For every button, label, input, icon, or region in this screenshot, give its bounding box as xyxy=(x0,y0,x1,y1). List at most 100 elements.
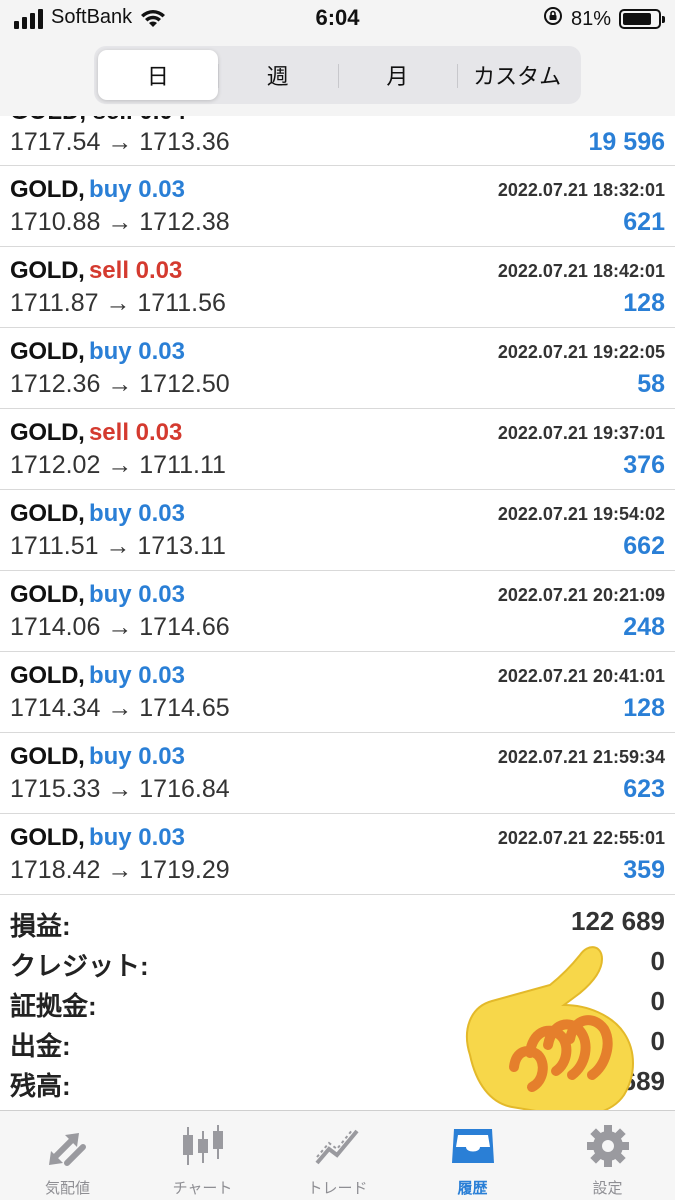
gear-icon xyxy=(586,1125,629,1167)
trade-prices: 1710.88 → 1712.38 xyxy=(10,208,230,236)
summary-value: 122 689 xyxy=(571,906,665,936)
table-row[interactable]: GOLD, sell 0.03 2022.07.21 19:37:01 1712.0… xyxy=(0,409,675,490)
trade-prices: 1718.42 → 1719.29 xyxy=(10,856,230,884)
row-header: GOLD, buy 0.03 2022.07.21 21:59:34 xyxy=(10,743,665,773)
summary-value: 0 xyxy=(650,986,665,1016)
trade-datetime: 2022.07.21 19:54:02 xyxy=(497,504,665,524)
trade-datetime: 2022.07.21 20:41:01 xyxy=(497,666,665,686)
table-row[interactable]: GOLD, buy 0.03 2022.07.21 19:54:02 1711.51… xyxy=(0,490,675,571)
tab-chart[interactable]: チャート xyxy=(135,1111,270,1200)
tab-trade[interactable]: トレード xyxy=(270,1111,405,1200)
trade-symbol: GOLD, xyxy=(10,662,85,689)
row-detail: 1718.42 → 1719.29 359 xyxy=(10,856,665,888)
table-row[interactable]: GOLD, buy 0.03 2022.07.21 20:21:09 1714.06… xyxy=(0,571,675,652)
summary-label: 損益: xyxy=(10,911,71,941)
trade-side: sell 0.03 xyxy=(88,257,183,284)
trade-symbol: GOLD, xyxy=(10,419,85,446)
trade-symbol: GOLD, xyxy=(10,257,85,284)
table-row[interactable]: GOLD, buy 0.03 2022.07.21 21:59:34 1715.33… xyxy=(0,733,675,814)
trade-profit: 376 xyxy=(623,451,665,479)
tab-week[interactable]: 週 xyxy=(217,50,338,100)
candlestick-icon xyxy=(182,1125,223,1165)
trade-side: buy 0.03 xyxy=(88,176,185,203)
trade-profit: 359 xyxy=(623,856,665,884)
trade-prices: 1712.02 → 1711.11 xyxy=(10,451,226,479)
trade-side: buy 0.03 xyxy=(88,338,185,365)
table-row[interactable]: GOLD, buy 0.03 2022.07.21 18:32:01 1710.88… xyxy=(0,166,675,247)
trade-datetime: 2022.07.21 21:59:34 xyxy=(497,747,665,767)
trade-symbol: GOLD, xyxy=(10,824,85,851)
table-row[interactable]: GOLD, buy 0.03 2022.07.21 20:41:01 1714.34… xyxy=(0,652,675,733)
battery-icon xyxy=(619,9,665,29)
trade-prices: 1714.06 → 1714.66 xyxy=(10,613,230,641)
tab-day[interactable]: 日 xyxy=(98,50,218,100)
tab-label: トレード xyxy=(307,1180,368,1197)
trade-side: buy 0.03 xyxy=(88,743,185,770)
tab-label: チャート xyxy=(172,1180,233,1197)
tab-label: 設定 xyxy=(592,1180,623,1197)
summary-value: 0 xyxy=(650,1026,665,1056)
trade-profit: 662 xyxy=(623,532,665,560)
row-detail: 1710.88 → 1712.38 621 xyxy=(10,208,665,240)
tab-month[interactable]: 月 xyxy=(337,50,458,100)
row-detail: 1714.06 → 1714.66 248 xyxy=(10,613,665,645)
tab-quotes[interactable]: 気配値 xyxy=(0,1111,135,1200)
trade-prices: 1714.34 → 1714.65 xyxy=(10,694,230,722)
trade-history-list[interactable]: GOLD, sell 0.04 1717.54 → 1713.36 19 596… xyxy=(0,116,675,896)
tab-history[interactable]: 履歴 xyxy=(405,1111,540,1200)
trade-profit: 128 xyxy=(623,694,665,722)
summary-label: 残高: xyxy=(10,1071,71,1101)
row-header: GOLD, buy 0.03 2022.07.21 20:41:01 xyxy=(10,662,665,692)
row-header: GOLD, buy 0.03 2022.07.21 22:55:01 xyxy=(10,824,665,854)
period-bar: 日 週 月 カスタム xyxy=(0,40,675,116)
row-header: GOLD, buy 0.03 2022.07.21 20:21:09 xyxy=(10,581,665,611)
trade-side: sell 0.03 xyxy=(88,419,183,446)
trade-profit: 58 xyxy=(637,370,665,398)
tab-custom[interactable]: カスタム xyxy=(457,50,577,100)
row-detail: 1711.51 → 1713.11 662 xyxy=(10,532,665,564)
tab-settings[interactable]: 設定 xyxy=(540,1111,675,1200)
row-detail: 1714.34 → 1714.65 128 xyxy=(10,694,665,726)
trade-side: buy 0.03 xyxy=(88,500,185,527)
trade-prices: 1715.33 → 1716.84 xyxy=(10,775,230,803)
pointing-hand-icon xyxy=(466,946,634,1118)
row-detail: 1711.87 → 1711.56 128 xyxy=(10,289,665,321)
trade-symbol: GOLD, xyxy=(10,743,85,770)
arrows-icon xyxy=(48,1133,86,1166)
trade-prices: 1711.51 → 1713.11 xyxy=(10,532,226,560)
inbox-icon xyxy=(451,1129,494,1163)
trade-datetime: 2022.07.21 22:55:01 xyxy=(497,828,665,848)
trade-prices: 1711.87 → 1711.56 xyxy=(10,289,226,317)
row-detail: 1712.36 → 1712.50 58 xyxy=(10,370,665,402)
trade-prices: 1712.36 → 1712.50 xyxy=(10,370,230,398)
summary-value: 0 xyxy=(650,946,665,976)
rotation-lock-icon xyxy=(543,6,563,32)
trade-datetime: 2022.07.21 20:21:09 xyxy=(497,585,665,605)
trade-profit: 623 xyxy=(623,775,665,803)
period-segmented-control: 日 週 月 カスタム xyxy=(94,46,581,104)
trade-side: buy 0.03 xyxy=(88,662,185,689)
table-row[interactable]: GOLD, sell 0.04 1717.54 → 1713.36 19 596 xyxy=(0,116,675,166)
row-detail: 1712.02 → 1711.11 376 xyxy=(10,451,665,483)
row-header: GOLD, sell 0.03 2022.07.21 18:42:01 xyxy=(10,257,665,287)
row-header: GOLD, buy 0.03 2022.07.21 19:54:02 xyxy=(10,500,665,530)
table-row[interactable]: GOLD, buy 0.03 2022.07.21 19:22:05 1712.36… xyxy=(0,328,675,409)
trade-profit: 19 596 xyxy=(588,128,665,156)
trade-profit: 621 xyxy=(623,208,665,236)
row-header: GOLD, buy 0.03 2022.07.21 18:32:01 xyxy=(10,176,665,206)
trade-datetime: 2022.07.21 19:22:05 xyxy=(497,342,665,362)
row-header-cut: GOLD, sell 0.04 xyxy=(10,116,186,126)
table-row[interactable]: GOLD, buy 0.03 2022.07.21 22:55:01 1718.42… xyxy=(0,814,675,895)
trade-side: buy 0.03 xyxy=(88,824,185,851)
summary-label: 出金: xyxy=(10,1031,71,1061)
status-right: 81% xyxy=(543,6,665,32)
bottom-tab-bar: 気配値 チャート トレード 履歴 設定 xyxy=(0,1110,675,1200)
tab-label: 履歴 xyxy=(457,1180,488,1197)
table-row[interactable]: GOLD, sell 0.03 2022.07.21 18:42:01 1711.8… xyxy=(0,247,675,328)
battery-percent: 81% xyxy=(570,7,611,30)
row-detail: 1715.33 → 1716.84 623 xyxy=(10,775,665,807)
row-header: GOLD, buy 0.03 2022.07.21 19:22:05 xyxy=(10,338,665,368)
trade-symbol: GOLD, xyxy=(10,500,85,527)
trade-profit: 128 xyxy=(623,289,665,317)
status-bar: SoftBank 6:04 81% xyxy=(0,0,675,40)
